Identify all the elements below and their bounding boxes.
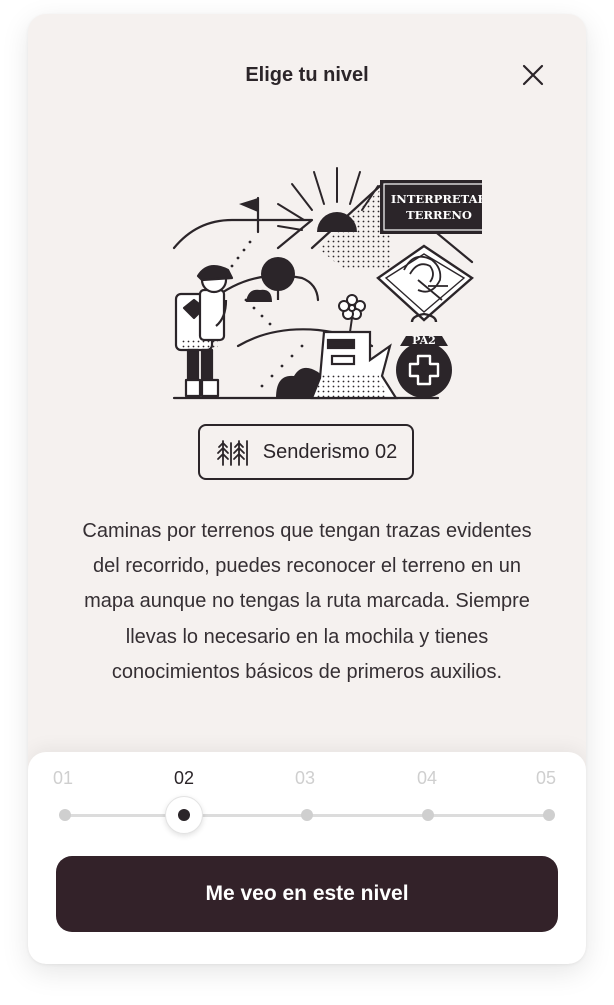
level-label-01[interactable]: 01 [53,768,73,789]
level-label-03[interactable]: 03 [295,768,315,789]
hiking-scene-illustration: PA2 INTERPRETAR TERRENO [172,167,482,400]
level-description: Caminas por terrenos que tengan trazas e… [82,520,532,683]
level-stop-03[interactable] [301,809,313,821]
level-label-04[interactable]: 04 [417,768,437,789]
level-picker-card: Elige tu nivel PA2 INTERPRETAR TERRENO S… [28,14,586,964]
confirm-level-button[interactable]: Me veo en este nivel [56,856,558,932]
level-badge: Senderismo 02 [198,424,414,480]
level-stop-05[interactable] [543,809,555,821]
level-label-02[interactable]: 02 [174,768,194,789]
forest-trail-icon [216,440,248,466]
sign-line-1: INTERPRETAR [391,192,482,206]
medal-text: PA2 [412,334,436,347]
level-stop-04[interactable] [422,809,434,821]
level-stop-01[interactable] [59,809,71,821]
close-icon [522,64,544,86]
level-slider-handle[interactable] [165,796,203,834]
badge-label: Senderismo 02 [262,440,398,463]
level-selector-panel: 01 02 03 04 05 Me veo en este nivel [28,752,586,964]
close-button[interactable] [520,62,546,88]
page-title: Elige tu nivel [245,64,369,86]
sign-line-2: TERRENO [406,208,472,222]
level-label-05[interactable]: 05 [536,768,556,789]
